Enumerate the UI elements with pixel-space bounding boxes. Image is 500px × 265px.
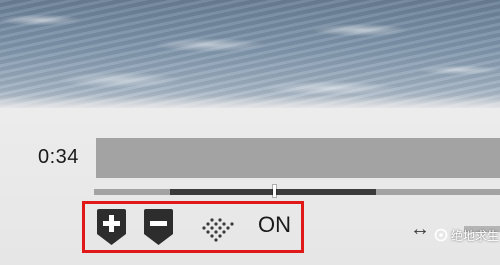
minus-pin-icon <box>144 209 173 245</box>
game-replay-screen: 0:34 ON ↔ 绝地求生 <box>0 0 500 265</box>
toggle-state-label[interactable]: ON <box>258 212 291 238</box>
ocean-background <box>0 0 500 108</box>
timeline-track[interactable] <box>96 138 500 178</box>
zoom-in-button[interactable] <box>96 208 127 246</box>
horizontal-double-arrow-icon[interactable]: ↔ <box>410 219 430 239</box>
playback-time: 0:34 <box>38 146 79 168</box>
dotted-pattern-button[interactable] <box>198 214 238 242</box>
watermark-text: 绝地求生 <box>451 228 500 243</box>
plus-pin-icon <box>97 209 126 245</box>
scrubber-handle[interactable] <box>273 185 276 197</box>
zoom-out-button[interactable] <box>143 208 174 246</box>
dotted-pattern-icon <box>202 218 234 242</box>
weibo-logo-icon <box>434 228 448 242</box>
watermark: 绝地求生 <box>434 224 500 246</box>
